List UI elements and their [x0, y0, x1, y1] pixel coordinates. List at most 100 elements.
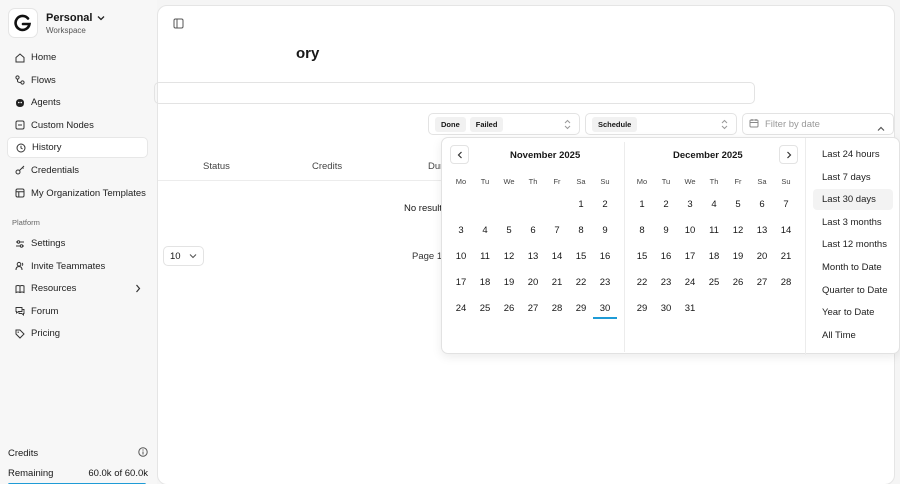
day-cell-right-28[interactable]: 28 — [774, 273, 798, 293]
day-cell-left-19[interactable]: 19 — [497, 273, 521, 293]
preset-option[interactable]: Year to Date — [813, 302, 893, 323]
day-cell-right-1[interactable]: 1 — [630, 195, 654, 215]
sidebar-item-invite-teammates[interactable]: Invite Teammates — [7, 256, 148, 277]
day-cell-left-13[interactable]: 13 — [521, 247, 545, 267]
sidebar-item-resources[interactable]: Resources — [7, 278, 148, 299]
day-cell-right-29[interactable]: 29 — [630, 299, 654, 319]
day-cell-right-7[interactable]: 7 — [774, 195, 798, 215]
day-cell-left-28[interactable]: 28 — [545, 299, 569, 319]
month-title-right: December 2025 — [673, 150, 743, 161]
day-cell-left-17[interactable]: 17 — [449, 273, 473, 293]
day-cell-right-14[interactable]: 14 — [774, 221, 798, 241]
sidebar-item-agents[interactable]: Agents — [7, 92, 148, 113]
prev-month-button[interactable] — [450, 145, 469, 164]
workspace-switcher[interactable]: Personal Workspace — [8, 8, 105, 38]
day-cell-right-19[interactable]: 19 — [726, 247, 750, 267]
day-cell-left-3[interactable]: 3 — [449, 221, 473, 241]
day-cell-left-9[interactable]: 9 — [593, 221, 617, 241]
sidebar-item-label: Invite Teammates — [31, 260, 106, 272]
sidebar-item-home[interactable]: Home — [7, 47, 148, 68]
sidebar-item-credentials[interactable]: Credentials — [7, 160, 148, 181]
day-cell-right-17[interactable]: 17 — [678, 247, 702, 267]
preset-option[interactable]: Quarter to Date — [813, 280, 893, 301]
day-cell-left-11[interactable]: 11 — [473, 247, 497, 267]
preset-option[interactable]: Last 12 months — [813, 234, 893, 255]
day-cell-left-1[interactable]: 1 — [569, 195, 593, 215]
day-cell-right-25[interactable]: 25 — [702, 273, 726, 293]
preset-option[interactable]: Last 3 months — [813, 212, 893, 233]
weekday-label: Th — [528, 177, 538, 186]
day-cell-right-22[interactable]: 22 — [630, 273, 654, 293]
day-cell-right-13[interactable]: 13 — [750, 221, 774, 241]
day-cell-right-3[interactable]: 3 — [678, 195, 702, 215]
day-cell-left-21[interactable]: 21 — [545, 273, 569, 293]
day-cell-right-16[interactable]: 16 — [654, 247, 678, 267]
sidebar-item-custom-nodes[interactable]: Custom Nodes — [7, 115, 148, 136]
rows-per-page-select[interactable]: 10 — [163, 246, 204, 266]
day-cell-right-21[interactable]: 21 — [774, 247, 798, 267]
preset-option[interactable]: Last 24 hours — [813, 144, 893, 165]
day-cell-right-11[interactable]: 11 — [702, 221, 726, 241]
day-cell-right-12[interactable]: 12 — [726, 221, 750, 241]
day-cell-left-23[interactable]: 23 — [593, 273, 617, 293]
day-cell-left-25[interactable]: 25 — [473, 299, 497, 319]
sidebar-item-flows[interactable]: Flows — [7, 70, 148, 91]
nav-section-label: Platform — [12, 218, 40, 227]
day-cell-left-15[interactable]: 15 — [569, 247, 593, 267]
preset-option[interactable]: Month to Date — [813, 257, 893, 278]
day-cell-right-2[interactable]: 2 — [654, 195, 678, 215]
sidebar-toggle-icon[interactable] — [173, 18, 184, 32]
next-month-button[interactable] — [779, 145, 798, 164]
day-cell-left-12[interactable]: 12 — [497, 247, 521, 267]
day-cell-left-27[interactable]: 27 — [521, 299, 545, 319]
day-cell-left-18[interactable]: 18 — [473, 273, 497, 293]
day-cell-left-8[interactable]: 8 — [569, 221, 593, 241]
day-cell-left-7[interactable]: 7 — [545, 221, 569, 241]
day-cell-right-10[interactable]: 10 — [678, 221, 702, 241]
day-cell-right-8[interactable]: 8 — [630, 221, 654, 241]
day-cell-left-14[interactable]: 14 — [545, 247, 569, 267]
day-cell-right-4[interactable]: 4 — [702, 195, 726, 215]
day-cell-right-5[interactable]: 5 — [726, 195, 750, 215]
day-cell-right-15[interactable]: 15 — [630, 247, 654, 267]
day-cell-right-31[interactable]: 31 — [678, 299, 702, 319]
day-cell-right-23[interactable]: 23 — [654, 273, 678, 293]
day-cell-left-2[interactable]: 2 — [593, 195, 617, 215]
day-cell-left-22[interactable]: 22 — [569, 273, 593, 293]
day-cell-right-9[interactable]: 9 — [654, 221, 678, 241]
day-cell-right-18[interactable]: 18 — [702, 247, 726, 267]
day-cell-left-4[interactable]: 4 — [473, 221, 497, 241]
type-filter[interactable]: Schedule — [585, 113, 737, 135]
search-input[interactable] — [154, 82, 755, 104]
day-cell-left-24[interactable]: 24 — [449, 299, 473, 319]
day-cell-left-20[interactable]: 20 — [521, 273, 545, 293]
day-cell-left-6[interactable]: 6 — [521, 221, 545, 241]
day-cell-left-29[interactable]: 29 — [569, 299, 593, 319]
day-cell-left-5[interactable]: 5 — [497, 221, 521, 241]
column-header-credits[interactable]: Credits — [312, 161, 342, 172]
day-cell-right-24[interactable]: 24 — [678, 273, 702, 293]
preset-option[interactable]: Last 30 days — [813, 189, 893, 211]
day-cell-right-30[interactable]: 30 — [654, 299, 678, 319]
date-filter[interactable]: Filter by date — [742, 113, 894, 135]
day-cell-left-10[interactable]: 10 — [449, 247, 473, 267]
sidebar-item-label: My Organization Templates — [31, 187, 146, 199]
sidebar-item-forum[interactable]: Forum — [7, 301, 148, 322]
preset-option[interactable]: Last 7 days — [813, 167, 893, 188]
sidebar-item-history[interactable]: History — [7, 137, 148, 159]
status-filter[interactable]: Done Failed — [428, 113, 580, 135]
day-cell-right-6[interactable]: 6 — [750, 195, 774, 215]
day-cell-right-20[interactable]: 20 — [750, 247, 774, 267]
day-cell-right-27[interactable]: 27 — [750, 273, 774, 293]
day-cell-left-30[interactable]: 30 — [593, 299, 617, 319]
day-cell-left-26[interactable]: 26 — [497, 299, 521, 319]
sidebar-item-label: Forum — [31, 305, 59, 317]
day-cell-right-26[interactable]: 26 — [726, 273, 750, 293]
info-icon[interactable] — [138, 447, 148, 460]
day-cell-left-16[interactable]: 16 — [593, 247, 617, 267]
sidebar-item-pricing[interactable]: Pricing — [7, 323, 148, 344]
sidebar-item-settings[interactable]: Settings — [7, 233, 148, 254]
sidebar-item-org-templates[interactable]: My Organization Templates — [7, 183, 148, 204]
column-header-status[interactable]: Status — [203, 161, 230, 172]
preset-option[interactable]: All Time — [813, 325, 893, 346]
